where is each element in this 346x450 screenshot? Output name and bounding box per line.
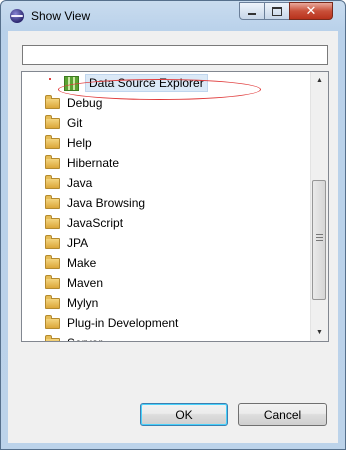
- red-marker-dot: [49, 78, 51, 80]
- scroll-thumb[interactable]: [312, 180, 326, 300]
- tree-item-label: Java: [67, 176, 93, 190]
- minimize-icon: [248, 13, 256, 15]
- folder-icon: [45, 94, 60, 109]
- tree-item-label: Mylyn: [67, 296, 99, 310]
- close-button[interactable]: ✕: [289, 2, 333, 20]
- tree-item-folder[interactable]: Debug: [22, 93, 102, 113]
- tree-item-folder[interactable]: Server: [22, 333, 102, 341]
- folder-icon: [45, 234, 60, 249]
- folder-icon: [45, 334, 60, 341]
- tree-item-label: Maven: [67, 276, 104, 290]
- folder-icon: [45, 214, 60, 229]
- tree-item-folder[interactable]: Help: [22, 133, 92, 153]
- maximize-icon: [272, 6, 282, 16]
- eclipse-icon: [10, 9, 24, 23]
- tree-item-label: Git: [67, 116, 83, 130]
- tree-item-label: Java Browsing: [67, 196, 146, 210]
- tree-item-folder[interactable]: Java: [22, 173, 92, 193]
- tree-item-label: Plug-in Development: [67, 316, 179, 330]
- dialog-body: Data Source Explorer Debug Git Help Hiberna…: [8, 31, 338, 443]
- tree-item-label: Data Source Explorer: [85, 74, 208, 92]
- maximize-button[interactable]: [264, 2, 290, 20]
- view-tree[interactable]: Data Source Explorer Debug Git Help Hiberna…: [21, 71, 329, 342]
- tree-item-label: Server: [67, 336, 102, 341]
- show-view-dialog: Show View ✕ Data Source Explorer Debug Gi…: [0, 0, 346, 450]
- scroll-down-icon[interactable]: ▼: [311, 324, 328, 341]
- tree-item-folder[interactable]: Hibernate: [22, 153, 119, 173]
- tree-item-folder[interactable]: JavaScript: [22, 213, 123, 233]
- tree-item-folder[interactable]: Make: [22, 253, 96, 273]
- tree-item-folder[interactable]: Maven: [22, 273, 103, 293]
- tree-item-folder[interactable]: Java Browsing: [22, 193, 145, 213]
- folder-icon: [45, 194, 60, 209]
- tree-items: Data Source Explorer Debug Git Help Hiberna…: [22, 72, 311, 341]
- folder-icon: [45, 114, 60, 129]
- folder-icon: [45, 274, 60, 289]
- grip-line: [316, 240, 323, 241]
- tree-item-label: Make: [67, 256, 97, 270]
- scroll-up-icon[interactable]: ▲: [311, 72, 328, 89]
- tree-item-folder[interactable]: JPA: [22, 233, 88, 253]
- tree-item-folder[interactable]: Mylyn: [22, 293, 98, 313]
- grip-line: [316, 237, 323, 238]
- close-icon: ✕: [305, 3, 317, 18]
- folder-icon: [45, 154, 60, 169]
- vertical-scrollbar[interactable]: ▲ ▼: [310, 72, 328, 341]
- filter-input[interactable]: [22, 45, 328, 65]
- tree-item-label: Debug: [67, 96, 103, 110]
- tree-item-label: Hibernate: [67, 156, 120, 170]
- folder-icon: [45, 174, 60, 189]
- tree-item-label: Help: [67, 136, 92, 150]
- ok-button[interactable]: OK: [140, 403, 228, 426]
- tree-item-folder[interactable]: Plug-in Development: [22, 313, 178, 333]
- grip-line: [316, 234, 323, 235]
- minimize-button[interactable]: [239, 2, 265, 20]
- tree-item-data-source-explorer[interactable]: Data Source Explorer: [22, 73, 208, 93]
- window-title: Show View: [31, 9, 91, 23]
- tree-item-label: JavaScript: [67, 216, 124, 230]
- folder-icon: [45, 314, 60, 329]
- folder-icon: [45, 134, 60, 149]
- title-bar[interactable]: Show View ✕: [1, 1, 345, 31]
- cancel-button[interactable]: Cancel: [238, 403, 327, 426]
- tree-item-folder[interactable]: Git: [22, 113, 82, 133]
- data-source-explorer-icon: [64, 75, 79, 91]
- tree-item-label: JPA: [67, 236, 89, 250]
- folder-icon: [45, 254, 60, 269]
- folder-icon: [45, 294, 60, 309]
